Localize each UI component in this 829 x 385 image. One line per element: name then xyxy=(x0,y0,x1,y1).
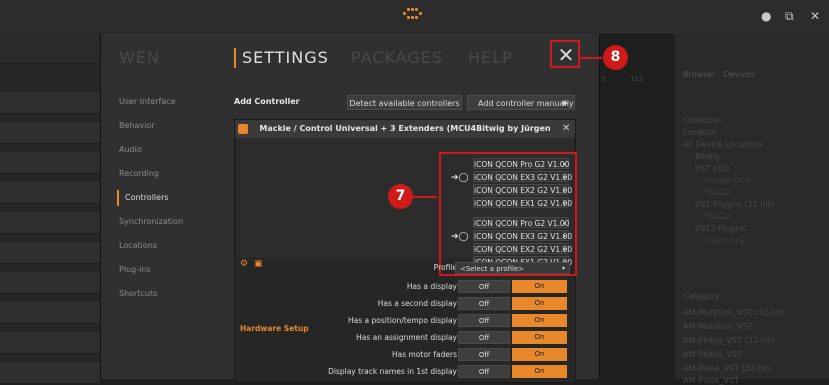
track-row xyxy=(0,362,100,384)
add-controller-manually-button[interactable]: Add controller manually ▶ xyxy=(467,95,575,110)
browser-item: Celemony xyxy=(705,236,746,245)
track-row xyxy=(0,242,100,264)
toggle-off-button[interactable]: Off xyxy=(458,348,510,361)
sidebar-item-controllers[interactable]: Controllers xyxy=(125,193,169,202)
setting-label: Has an assignment display xyxy=(356,333,457,342)
toggle-on-button[interactable]: On xyxy=(512,280,567,293)
track-row xyxy=(0,182,100,204)
browser-item: Bitwig xyxy=(695,152,720,161)
tab-active-indicator xyxy=(234,48,236,68)
detect-controllers-button[interactable]: Detect available controllers xyxy=(347,95,462,110)
annotation-highlight-box xyxy=(550,40,580,68)
add-controller-label: Add Controller xyxy=(234,97,300,106)
setting-label: Has a display xyxy=(406,282,457,291)
browser-item: MAGIX xyxy=(705,212,732,221)
sidebar-item-shortcuts[interactable]: Shortcuts xyxy=(119,289,157,298)
toggle-off-button[interactable]: Off xyxy=(458,314,510,327)
toggle-off-button[interactable]: Off xyxy=(458,331,510,344)
settings-dialog: WEN SETTINGS PACKAGES HELP ✕ User Interf… xyxy=(100,34,600,383)
tab-welcome[interactable]: WEN xyxy=(119,48,160,67)
toggle-on-button[interactable]: On xyxy=(512,348,567,361)
restore-window-icon[interactable]: ⧉ xyxy=(785,9,794,24)
category-item: AM-Munition_VST xyxy=(683,322,753,331)
profile-select[interactable]: <Select a profile> ▾ xyxy=(455,262,570,274)
browser-item: Collection xyxy=(683,116,723,125)
record-indicator-icon[interactable]: ● xyxy=(761,9,771,23)
tab-settings[interactable]: SETTINGS xyxy=(242,48,329,67)
chevron-down-icon: ▾ xyxy=(561,265,565,272)
category-item: AM-Pulse_VST (32-bit) xyxy=(683,364,772,373)
track-row xyxy=(0,122,100,144)
profile-label: Profile xyxy=(433,263,457,272)
category-item: AM-Munition_VST (32-bit) xyxy=(683,308,785,317)
sidebar-item-plugins[interactable]: Plug-ins xyxy=(119,265,151,274)
track-header xyxy=(0,34,100,64)
category-item: AM-Pulse_VST xyxy=(683,376,739,385)
sidebar-item-synchronization[interactable]: Synchronization xyxy=(119,217,183,226)
setting-label: Has a position/tempo display xyxy=(348,316,457,325)
browser-item: VST Plugins (32-bit) xyxy=(695,200,774,209)
chat-icon[interactable]: ▣ xyxy=(254,259,263,269)
toggle-off-button[interactable]: Off xyxy=(458,365,510,378)
callout-connector xyxy=(413,196,437,198)
browser-item: VST3 Plugins xyxy=(695,224,747,233)
sidebar-item-behavior[interactable]: Behavior xyxy=(119,121,155,130)
tab-packages[interactable]: PACKAGES xyxy=(351,48,443,67)
setting-label: Has a second display xyxy=(377,299,457,308)
profile-select-value: <Select a profile> xyxy=(460,265,525,273)
browser-item: MAGIX xyxy=(705,188,732,197)
setting-label: Has motor faders xyxy=(391,350,457,359)
controller-header: Mackie / Control Universal + 3 Extenders… xyxy=(235,120,575,151)
toggle-on-button[interactable]: On xyxy=(512,314,567,327)
track-row xyxy=(0,92,100,114)
track-row xyxy=(0,302,100,324)
app-top-bar: ● ⧉ ✕ xyxy=(0,0,829,35)
toggle-on-button[interactable]: On xyxy=(512,297,567,310)
toggle-off-button[interactable]: Off xyxy=(458,280,510,293)
ruler-label: 5 xyxy=(601,75,606,83)
add-controller-manually-label: Add controller manually xyxy=(478,99,574,108)
track-row xyxy=(0,332,100,354)
sidebar-item-locations[interactable]: Locations xyxy=(119,241,157,250)
track-row xyxy=(0,272,100,294)
category-title: Category xyxy=(683,292,720,301)
browser-item: All Device Locations xyxy=(683,140,764,149)
background-browser-panel: Browser - Devices Collection Location Al… xyxy=(675,34,829,385)
callout-badge-7: 7 xyxy=(388,184,413,209)
annotation-highlight-box xyxy=(439,152,577,276)
callout-badge-8: 8 xyxy=(603,45,628,70)
browser-item: Image-Line xyxy=(705,176,750,185)
close-window-icon[interactable]: ✕ xyxy=(810,9,820,23)
browser-title: Browser - Devices xyxy=(683,70,755,79)
category-item: AM-Phibia_VST xyxy=(683,350,743,359)
hardware-setup-heading: Hardware Setup xyxy=(240,324,309,333)
bitwig-logo-icon xyxy=(403,8,423,24)
track-row xyxy=(0,212,100,234)
sidebar-item-recording[interactable]: Recording xyxy=(119,169,159,178)
setting-label: Display track names in 1st display xyxy=(328,367,457,376)
toggle-off-button[interactable]: Off xyxy=(458,297,510,310)
callout-connector xyxy=(578,57,602,59)
browser-item: Location xyxy=(683,128,717,137)
remove-controller-icon[interactable]: ✕ xyxy=(562,120,570,138)
sidebar-active-indicator xyxy=(117,190,119,206)
background-track-list xyxy=(0,34,100,384)
gear-icon[interactable]: ⚙ xyxy=(240,259,248,269)
ruler-label: 113 xyxy=(630,75,644,83)
play-arrow-icon: ▶ xyxy=(562,99,568,107)
controller-panel: Mackie / Control Universal + 3 Extenders… xyxy=(234,119,577,383)
sidebar-item-audio[interactable]: Audio xyxy=(119,145,142,154)
tab-help[interactable]: HELP xyxy=(468,48,513,67)
browser-item: VST (32) xyxy=(695,164,730,173)
toggle-on-button[interactable]: On xyxy=(512,365,567,378)
sidebar-item-user-interface[interactable]: User Interface xyxy=(119,97,176,106)
toggle-on-button[interactable]: On xyxy=(512,331,567,344)
category-item: AM-Phibia_VST (32-bit) xyxy=(683,336,775,345)
track-row xyxy=(0,152,100,174)
